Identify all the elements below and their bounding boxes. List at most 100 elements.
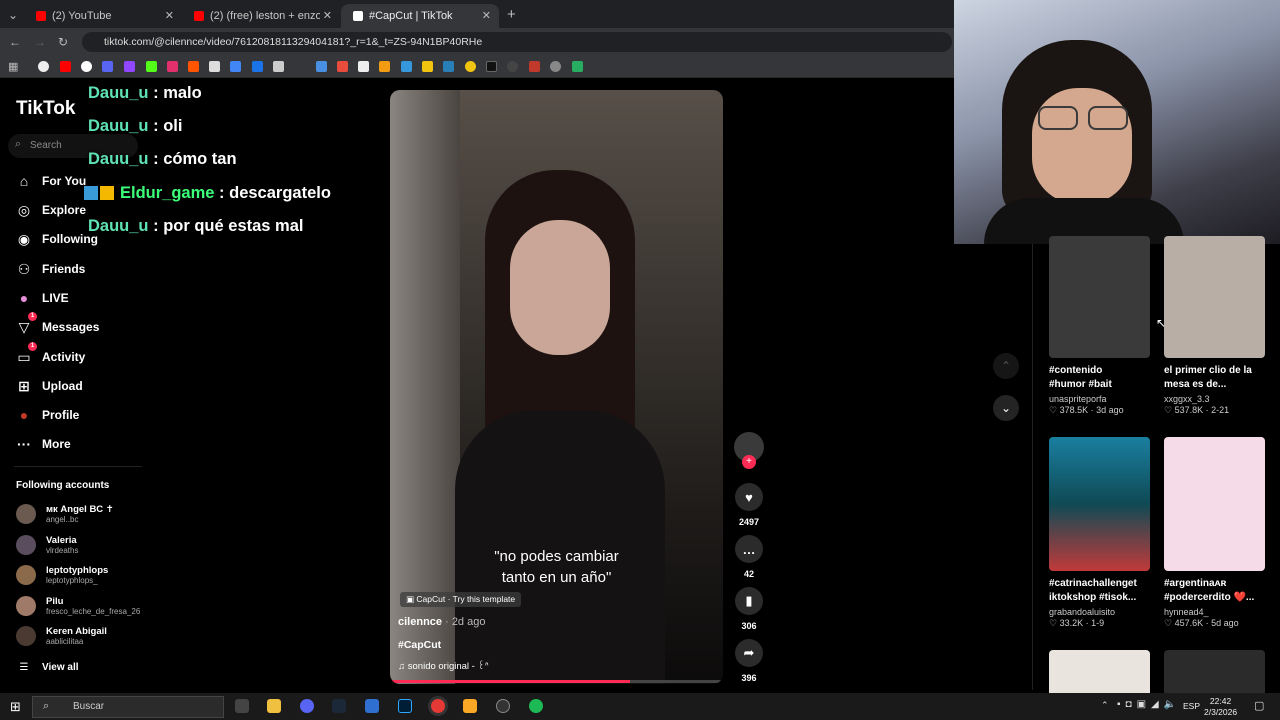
discord-icon[interactable] (300, 699, 314, 713)
bookmark-icon[interactable] (252, 61, 263, 72)
nav-following[interactable]: ◉ Following (14, 228, 98, 250)
back-button[interactable]: ← (9, 35, 21, 49)
taskbar-search[interactable]: ⌕ Buscar (32, 696, 224, 718)
card-author[interactable]: grabandoaluisito (1049, 607, 1150, 617)
new-tab-button[interactable]: + (507, 6, 516, 23)
card-author[interactable]: unaspriteporfa (1049, 394, 1150, 404)
close-tab-icon[interactable]: ✕ (482, 9, 491, 22)
bookmark-icon[interactable] (401, 61, 412, 72)
bookmark-icon[interactable] (465, 61, 476, 72)
bookmark-icon[interactable] (550, 61, 561, 72)
nav-more[interactable]: ··· More (14, 433, 71, 455)
tab-youtube-music[interactable]: (2) (free) leston + enzocerobulti ✕ (182, 4, 340, 28)
video-thumbnail[interactable] (1049, 437, 1150, 571)
follow-plus-button[interactable]: + (742, 455, 756, 469)
bookmark-icon[interactable] (230, 61, 241, 72)
app-icon[interactable] (365, 699, 379, 713)
app-icon[interactable] (463, 699, 477, 713)
card-author[interactable]: hynnead4_ (1164, 607, 1265, 617)
file-explorer-icon[interactable] (267, 699, 281, 713)
photoshop-icon[interactable] (398, 699, 412, 713)
video-card[interactable]: #catrinachallenget iktokshop #tisok... gr… (1049, 437, 1150, 629)
tab-youtube[interactable]: (2) YouTube ✕ (24, 4, 182, 28)
video-thumbnail[interactable] (1164, 650, 1265, 693)
bookmark-icon[interactable] (486, 61, 497, 72)
forward-button[interactable]: → (34, 35, 46, 49)
bookmark-icon[interactable] (337, 61, 348, 72)
comment-button[interactable]: … 42 (731, 535, 767, 579)
youtube-bookmark-icon[interactable] (60, 61, 71, 72)
google-icon[interactable] (38, 61, 49, 72)
bookmark-icon[interactable] (102, 61, 113, 72)
capcut-template-link[interactable]: ▣ CapCut · Try this template (400, 592, 522, 607)
nav-for-you[interactable]: ⌂ For You (14, 170, 86, 192)
video-hashtag[interactable]: #CapCut (398, 639, 441, 651)
video-thumbnail[interactable] (1164, 437, 1265, 571)
twitch-icon[interactable] (124, 61, 135, 72)
bookmark-icon[interactable] (188, 61, 199, 72)
notifications-icon[interactable]: ▢ (1254, 699, 1264, 712)
friends-icon: ⚇ (17, 260, 31, 277)
video-sound[interactable]: ♫ sonido original - ꒰ᐢ (398, 660, 489, 672)
close-tab-icon[interactable]: ✕ (323, 9, 332, 22)
bookmark-icon[interactable] (529, 61, 540, 72)
tiktok-logo[interactable]: TikTok (16, 98, 75, 120)
bookmark-icon[interactable] (422, 61, 433, 72)
nav-profile[interactable]: ● Profile (14, 404, 80, 426)
reload-button[interactable]: ↻ (58, 35, 68, 49)
system-tray-icons[interactable]: ▪◘▣◢🔈 (1117, 699, 1181, 710)
nav-live[interactable]: ● LIVE (14, 287, 69, 309)
apps-icon[interactable]: ▦ (8, 60, 18, 73)
bookmark-icon[interactable] (379, 61, 390, 72)
chrome-icon[interactable] (431, 699, 445, 713)
progress-track[interactable] (390, 680, 723, 683)
nav-activity[interactable]: ▭ 1 Activity (14, 342, 85, 368)
share-button[interactable]: ➦ 396 (731, 639, 767, 683)
nav-explore[interactable]: ◎ Explore (14, 199, 86, 221)
close-tab-icon[interactable]: ✕ (165, 9, 174, 22)
video-thumbnail[interactable] (1164, 236, 1265, 358)
video-card[interactable]: #argentinaᴀʀ #podercerdito ❤️... hynnead4… (1164, 437, 1265, 629)
video-player[interactable]: "no podes cambiar tanto en un año" ▣ Cap… (390, 90, 723, 684)
task-view-icon[interactable] (235, 699, 249, 713)
video-thumbnail[interactable] (1049, 650, 1150, 693)
tab-tiktok[interactable]: #CapCut | TikTok ✕ (341, 4, 499, 28)
windows-start-icon[interactable]: ⊞ (10, 699, 21, 715)
nav-upload[interactable]: ⊞ Upload (14, 375, 83, 397)
bookmark-icon[interactable] (443, 61, 454, 72)
x-icon[interactable] (209, 61, 220, 72)
steam-icon[interactable] (332, 699, 346, 713)
account-item[interactable]: Pilu fresco_leche_de_fresa_26 (16, 592, 140, 620)
spotify-icon[interactable] (529, 699, 543, 713)
url-field[interactable]: tiktok.com/@cilennce/video/7612081811329… (82, 32, 952, 52)
nav-friends[interactable]: ⚇ Friends (14, 258, 86, 280)
next-video-button[interactable]: ⌄ (993, 395, 1019, 421)
like-button[interactable]: ♥ 2497 (731, 483, 767, 527)
account-item[interactable]: мк Angel BC ✝ angel..bc (16, 500, 114, 528)
tray-chevron-icon[interactable]: ⌃ (1101, 700, 1109, 711)
language-indicator[interactable]: ESP (1183, 701, 1200, 711)
video-card[interactable]: el primer clio de la mesa es de... xxggxx… (1164, 236, 1265, 416)
bookmark-icon[interactable] (507, 61, 518, 72)
bookmark-icon[interactable] (572, 61, 583, 72)
bookmark-icon[interactable] (316, 61, 327, 72)
card-author[interactable]: xxggxx_3.3 (1164, 394, 1265, 404)
kick-icon[interactable] (146, 61, 157, 72)
account-item[interactable]: Valeria vlrdeaths (16, 531, 78, 559)
bookmark-icon[interactable] (81, 61, 92, 72)
clock[interactable]: 22:42 2/3/2026 (1204, 696, 1237, 718)
tab-list-icon[interactable]: ⌄ (8, 8, 18, 22)
instagram-icon[interactable] (167, 61, 178, 72)
video-card[interactable]: #contenido #humor #bait unaspriteporfa ♡ … (1049, 236, 1150, 416)
account-item[interactable]: Keren Abigail aablicilitaa (16, 622, 107, 650)
video-thumbnail[interactable] (1049, 236, 1150, 358)
obs-icon[interactable] (496, 699, 510, 713)
bookmark-icon[interactable] (273, 61, 284, 72)
notion-icon[interactable] (358, 61, 369, 72)
previous-video-button[interactable]: ⌃ (993, 353, 1019, 379)
account-item[interactable]: leptotyphlops leptotyphlops_ (16, 561, 108, 589)
video-author[interactable]: cilennce · 2d ago (398, 616, 485, 628)
view-all-link[interactable]: ☰ View all (14, 656, 79, 678)
save-button[interactable]: ▮ 306 (731, 587, 767, 631)
nav-messages[interactable]: ▽ 1 Messages (14, 312, 99, 338)
